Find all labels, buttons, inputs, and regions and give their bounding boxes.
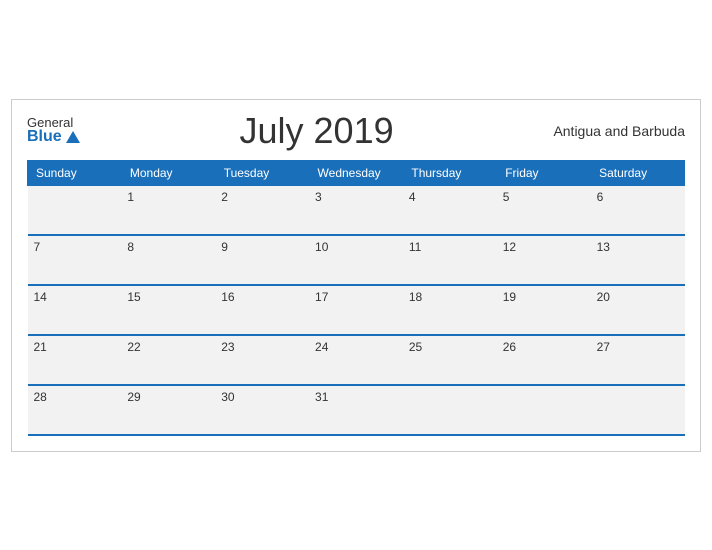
calendar-day-cell: 31 [309,385,403,435]
day-number: 16 [221,290,234,304]
day-number: 10 [315,240,328,254]
weekday-header: Tuesday [215,160,309,185]
calendar-day-cell: 22 [121,335,215,385]
logo: General Blue [27,116,80,145]
calendar-day-cell: 28 [28,385,122,435]
weekday-header: Saturday [591,160,685,185]
day-number: 28 [34,390,47,404]
day-number: 27 [597,340,610,354]
day-number: 1 [127,190,134,204]
calendar-day-cell: 16 [215,285,309,335]
country-label: Antigua and Barbuda [553,123,685,139]
day-number: 30 [221,390,234,404]
day-number: 8 [127,240,134,254]
weekday-header: Sunday [28,160,122,185]
calendar-week-row: 21 22 23 24 25 26 27 [28,335,685,385]
day-number: 12 [503,240,516,254]
calendar-day-cell: 14 [28,285,122,335]
calendar-week-row: 14 15 16 17 18 19 20 [28,285,685,335]
calendar-day-cell: 15 [121,285,215,335]
day-number: 21 [34,340,47,354]
calendar-thead: SundayMondayTuesdayWednesdayThursdayFrid… [28,160,685,185]
calendar-day-cell: 5 [497,185,591,235]
calendar-day-cell: 3 [309,185,403,235]
calendar-header: General Blue July 2019 Antigua and Barbu… [27,110,685,152]
day-number: 13 [597,240,610,254]
calendar-day-cell: 1 [121,185,215,235]
day-number: 26 [503,340,516,354]
calendar-day-cell: 25 [403,335,497,385]
calendar-day-cell: 21 [28,335,122,385]
calendar-day-cell: 27 [591,335,685,385]
day-number: 6 [597,190,604,204]
month-title: July 2019 [80,110,554,152]
day-number: 23 [221,340,234,354]
calendar-day-cell: 23 [215,335,309,385]
logo-blue-text: Blue [27,129,62,145]
day-number: 7 [34,240,41,254]
day-number: 18 [409,290,422,304]
calendar-day-cell: 12 [497,235,591,285]
calendar-day-cell: 18 [403,285,497,335]
day-number: 25 [409,340,422,354]
calendar-day-cell [591,385,685,435]
calendar-day-cell: 20 [591,285,685,335]
calendar-day-cell: 10 [309,235,403,285]
calendar: General Blue July 2019 Antigua and Barbu… [11,99,701,452]
calendar-day-cell: 6 [591,185,685,235]
logo-triangle-icon [66,131,80,143]
calendar-day-cell: 7 [28,235,122,285]
day-number: 20 [597,290,610,304]
day-number: 14 [34,290,47,304]
day-number: 9 [221,240,228,254]
calendar-week-row: 7 8 9 10 11 12 13 [28,235,685,285]
day-number: 29 [127,390,140,404]
calendar-day-cell: 8 [121,235,215,285]
day-number: 4 [409,190,416,204]
day-number: 24 [315,340,328,354]
weekday-header: Friday [497,160,591,185]
calendar-day-cell [28,185,122,235]
logo-blue-container: Blue [27,129,80,145]
calendar-day-cell [497,385,591,435]
weekday-header: Thursday [403,160,497,185]
day-number: 15 [127,290,140,304]
weekday-header-row: SundayMondayTuesdayWednesdayThursdayFrid… [28,160,685,185]
weekday-header: Wednesday [309,160,403,185]
calendar-day-cell: 24 [309,335,403,385]
calendar-table: SundayMondayTuesdayWednesdayThursdayFrid… [27,160,685,436]
calendar-day-cell: 2 [215,185,309,235]
calendar-day-cell: 19 [497,285,591,335]
calendar-day-cell: 4 [403,185,497,235]
calendar-day-cell: 11 [403,235,497,285]
day-number: 22 [127,340,140,354]
calendar-day-cell: 26 [497,335,591,385]
calendar-day-cell: 9 [215,235,309,285]
calendar-day-cell: 29 [121,385,215,435]
day-number: 19 [503,290,516,304]
calendar-day-cell: 30 [215,385,309,435]
weekday-header: Monday [121,160,215,185]
calendar-day-cell: 17 [309,285,403,335]
calendar-week-row: 1 2 3 4 5 6 [28,185,685,235]
day-number: 3 [315,190,322,204]
calendar-day-cell [403,385,497,435]
day-number: 5 [503,190,510,204]
day-number: 11 [409,240,421,254]
calendar-day-cell: 13 [591,235,685,285]
calendar-week-row: 28 29 30 31 [28,385,685,435]
calendar-tbody: 1234567891011121314151617181920212223242… [28,185,685,435]
day-number: 31 [315,390,328,404]
day-number: 17 [315,290,328,304]
day-number: 2 [221,190,228,204]
